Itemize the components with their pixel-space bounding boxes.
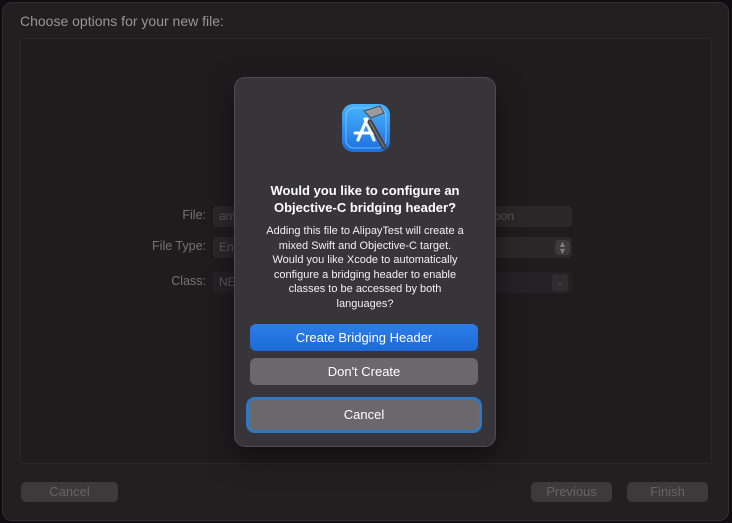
create-bridging-header-button[interactable]: Create Bridging Header — [250, 324, 478, 351]
dont-create-button[interactable]: Don't Create — [250, 358, 478, 385]
dialog-title: Would you like to configure an Objective… — [270, 183, 460, 215]
bridging-header-dialog: Would you like to configure an Objective… — [235, 78, 495, 446]
xcode-app-icon — [340, 102, 392, 154]
dialog-cancel-button[interactable]: Cancel — [249, 400, 479, 430]
dialog-message: Adding this file to AlipayTest will crea… — [266, 225, 464, 310]
